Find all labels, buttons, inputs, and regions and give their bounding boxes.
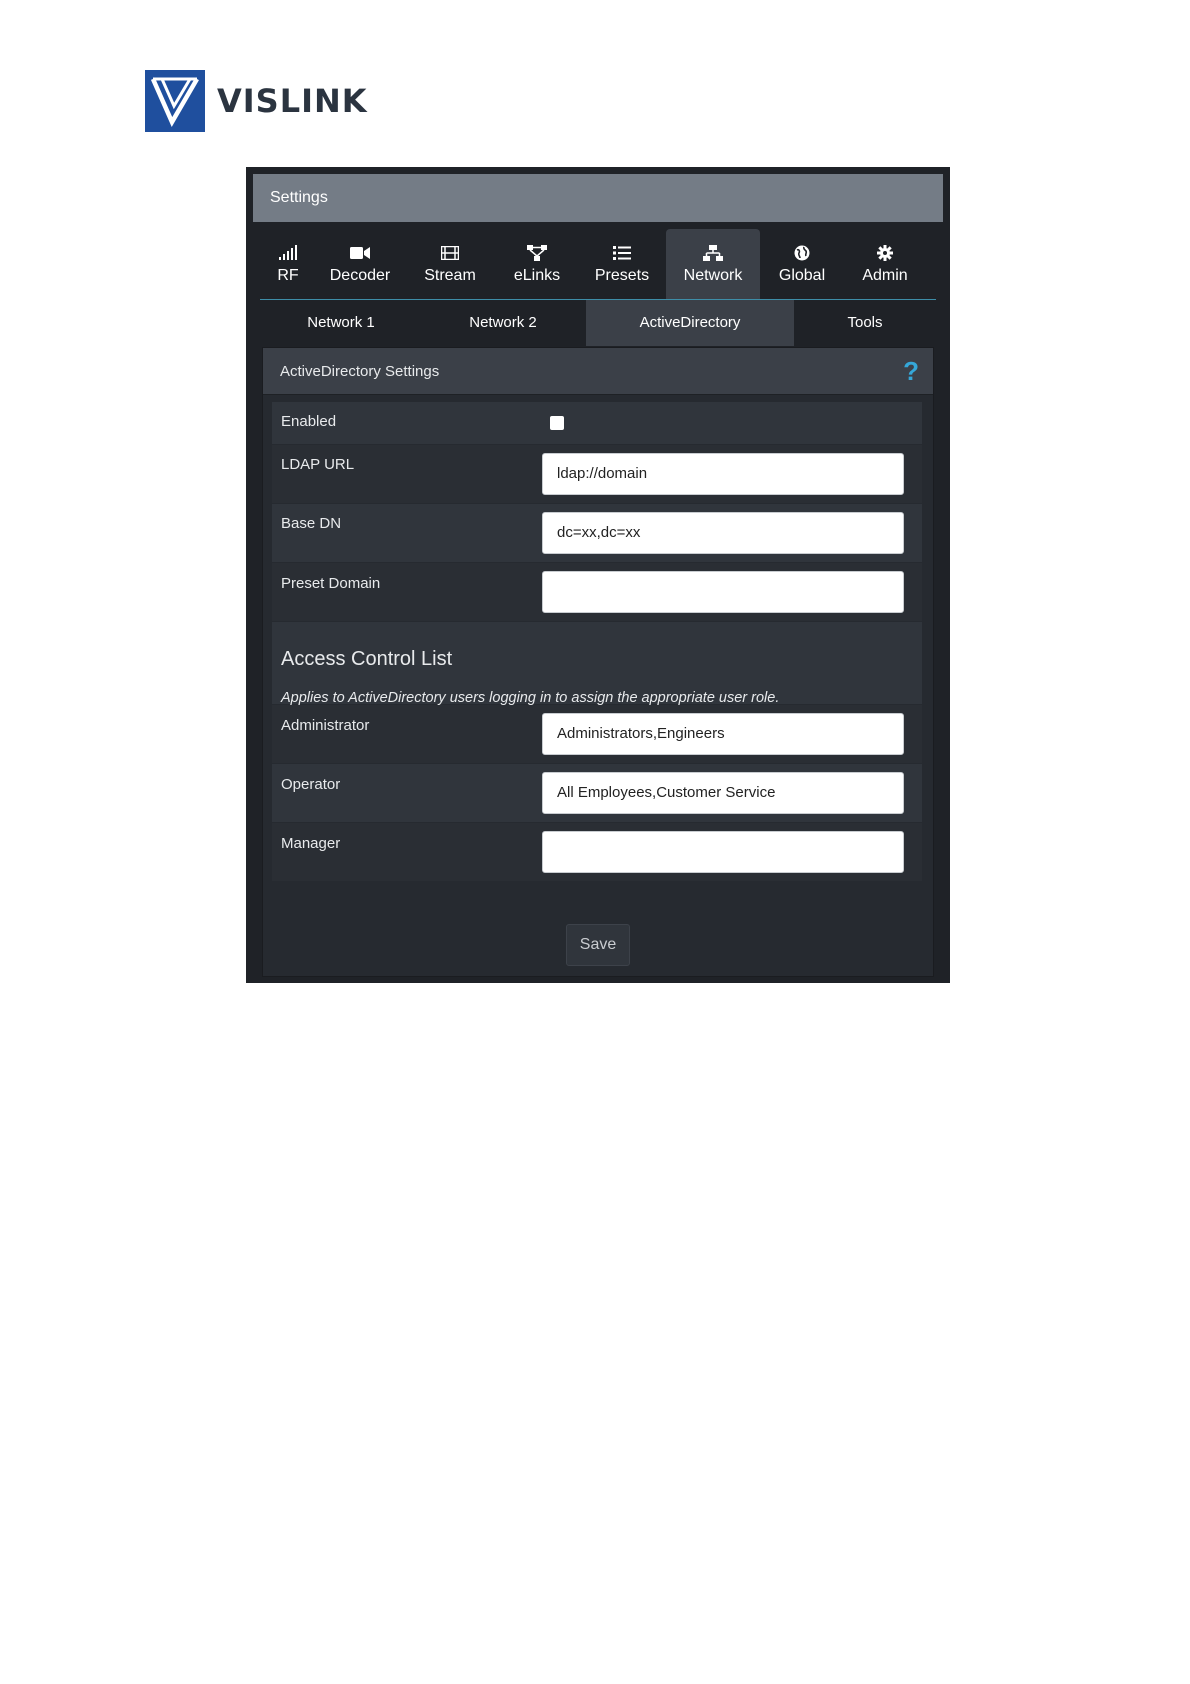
tab-rf[interactable]: RF (260, 229, 316, 299)
vislink-logo-text: VISLINK (217, 82, 368, 120)
window-title: Settings (253, 174, 943, 222)
sitemap-icon (527, 243, 547, 263)
film-icon (441, 243, 459, 263)
manager-label: Manager (281, 835, 341, 852)
tab-label: Admin (862, 267, 908, 284)
tab-admin[interactable]: Admin (844, 229, 926, 299)
panel-title: ActiveDirectory Settings (280, 363, 440, 380)
base-dn-label: Base DN (281, 515, 342, 532)
tab-decoder[interactable]: Decoder (316, 229, 404, 299)
ldap-url-label: LDAP URL (281, 456, 355, 473)
video-camera-icon (350, 243, 370, 263)
activedirectory-panel: ActiveDirectory Settings ? Enabled LDAP … (262, 347, 934, 977)
preset-domain-input[interactable] (542, 571, 904, 613)
enabled-label: Enabled (281, 413, 337, 430)
preset-domain-row: Preset Domain (272, 563, 922, 621)
list-icon (613, 243, 631, 263)
settings-window: Settings RF Decoder Stream eLinks Preset… (246, 167, 950, 983)
signal-bars-icon (278, 243, 298, 263)
help-icon[interactable]: ? (903, 356, 919, 386)
subtab-network-1[interactable]: Network 1 (260, 300, 422, 346)
base-dn-input[interactable]: dc=xx,dc=xx (542, 512, 904, 554)
save-button[interactable]: Save (566, 924, 630, 966)
subtab-network-2[interactable]: Network 2 (422, 300, 584, 346)
vislink-logo-mark (145, 70, 205, 132)
ldap-url-input[interactable]: ldap://domain (542, 453, 904, 495)
tab-presets[interactable]: Presets (578, 229, 666, 299)
network-subtab-bar: Network 1 Network 2 ActiveDirectory Tool… (260, 300, 936, 346)
manager-row: Manager (272, 823, 922, 881)
operator-input[interactable]: All Employees,Customer Service (542, 772, 904, 814)
preset-domain-label: Preset Domain (281, 575, 381, 592)
administrator-row: Administrator Administrators,Engineers (272, 705, 922, 763)
tab-elinks[interactable]: eLinks (496, 229, 578, 299)
tab-global[interactable]: Global (760, 229, 844, 299)
network-icon (703, 243, 723, 263)
tab-label: Network (683, 267, 743, 284)
administrator-label: Administrator (281, 717, 370, 734)
tab-label: Stream (424, 267, 476, 284)
enabled-checkbox[interactable] (550, 416, 564, 430)
gear-icon (877, 243, 893, 263)
tab-label: Decoder (329, 267, 391, 284)
ldap-url-row: LDAP URL ldap://domain (272, 445, 922, 503)
base-dn-row: Base DN dc=xx,dc=xx (272, 504, 922, 562)
administrator-input[interactable]: Administrators,Engineers (542, 713, 904, 755)
enabled-row: Enabled (272, 402, 922, 444)
main-tab-bar: RF Decoder Stream eLinks Presets Network… (260, 229, 936, 300)
subtab-tools[interactable]: Tools (794, 300, 936, 346)
tab-label: Global (778, 267, 826, 284)
manager-input[interactable] (542, 831, 904, 873)
acl-title: Access Control List (281, 648, 453, 670)
tab-network[interactable]: Network (666, 229, 760, 299)
tab-label: eLinks (513, 267, 561, 284)
operator-row: Operator All Employees,Customer Service (272, 764, 922, 822)
operator-label: Operator (281, 776, 341, 793)
tab-stream[interactable]: Stream (404, 229, 496, 299)
globe-icon (794, 243, 810, 263)
acl-description: Applies to ActiveDirectory users logging… (281, 690, 780, 706)
panel-header: ActiveDirectory Settings ? (263, 348, 933, 395)
subtab-activedirectory[interactable]: ActiveDirectory (586, 300, 794, 346)
tab-label: Presets (594, 267, 650, 284)
vislink-logo: VISLINK (145, 70, 368, 132)
tab-label: RF (277, 267, 299, 284)
